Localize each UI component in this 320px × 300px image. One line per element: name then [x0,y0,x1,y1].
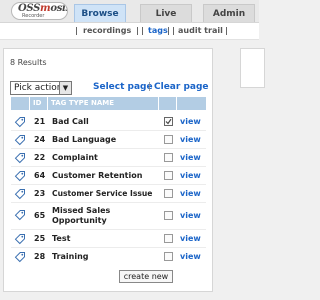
tag-icon [14,188,26,202]
view-link[interactable]: view [180,189,201,198]
table-row: 65 Missed Sales Opportunity view [11,203,206,229]
table-row: 21 Bad Call view [11,113,206,130]
tag-icon [14,152,26,166]
tag-id: 25 [34,234,46,243]
view-link[interactable]: view [180,135,201,144]
submenu-divider: | [225,26,228,35]
tag-id: 22 [34,153,46,162]
view-link[interactable]: view [180,234,201,243]
tag-name: Test [52,234,71,243]
view-link[interactable]: view [180,252,201,261]
tag-icon [14,251,26,265]
tag-id: 64 [34,171,46,180]
tag-id: 28 [34,252,46,261]
side-panel [240,48,265,88]
row-checkbox[interactable] [164,211,173,220]
view-link[interactable]: view [180,171,201,180]
row-checkbox[interactable] [164,117,173,126]
view-link[interactable]: view [180,117,201,126]
view-link[interactable]: view [180,153,201,162]
tab-admin[interactable]: Admin [203,4,255,22]
submenu-divider: | [167,26,170,35]
tag-id: 23 [34,189,46,198]
tag-id: 65 [34,211,46,220]
results-count: 8 Results [10,58,47,67]
tab-browse[interactable]: Browse [74,4,126,22]
submenu-tags[interactable]: tags [148,26,168,35]
row-checkbox[interactable] [164,189,173,198]
table-header: ID TAG TYPE NAME [11,97,206,110]
table-row: 28 Training view [11,248,206,265]
tag-name: Complaint [52,153,98,162]
tag-name: Missed Sales Opportunity [52,206,111,225]
tab-live[interactable]: Live [140,4,192,22]
table-row: 25 Test view [11,230,206,247]
row-checkbox[interactable] [164,171,173,180]
header-tag-type-name: TAG TYPE NAME [48,97,158,110]
header-select-col [159,97,176,110]
sub-navigation: | recordings | | tags | | audit trail | [0,23,259,40]
clear-page-link[interactable]: Clear page [154,82,209,92]
table-row: 23 Customer Service Issue view [11,185,206,202]
logo-subtitle: Recorder [22,13,45,19]
submenu-divider: | [136,26,139,35]
tag-name: Customer Retention [52,171,143,180]
view-link[interactable]: view [180,211,201,220]
tag-name: Bad Language [52,135,117,144]
tag-icon [14,233,26,247]
submenu-recordings[interactable]: recordings [83,26,131,35]
pick-action-select[interactable]: Pick action ▼ [10,81,72,95]
submenu-divider: | [141,26,144,35]
table-row: 64 Customer Retention view [11,167,206,184]
pick-action-value: Pick action [14,83,63,93]
app-logo[interactable]: OSSmosis Recorder [11,2,68,20]
chevron-down-icon[interactable]: ▼ [59,82,71,94]
table-row: 24 Bad Language view [11,131,206,148]
tag-icon [14,116,26,130]
row-checkbox[interactable] [164,135,173,144]
tag-icon [14,134,26,148]
submenu-divider: | [172,26,175,35]
row-checkbox[interactable] [164,252,173,261]
tag-id: 24 [34,135,46,144]
tag-icon [14,170,26,184]
row-checkbox[interactable] [164,234,173,243]
tag-name: Bad Call [52,117,89,126]
link-separator: | [148,82,152,92]
create-new-button[interactable]: create new [119,270,173,283]
row-checkbox[interactable] [164,153,173,162]
table-row: 22 Complaint view [11,149,206,166]
top-bar: OSSmosis Recorder Browse Live Admin [0,0,259,23]
tag-name: Customer Service Issue [52,189,153,198]
submenu-divider: | [75,26,78,35]
header-id: ID [30,97,47,110]
tag-icon [14,209,26,223]
header-icon-col [11,97,29,110]
header-view-col [177,97,206,110]
submenu-audit-trail[interactable]: audit trail [178,26,223,35]
select-page-link[interactable]: Select page [93,82,153,92]
tag-name: Training [52,252,89,261]
tag-id: 21 [34,117,46,126]
